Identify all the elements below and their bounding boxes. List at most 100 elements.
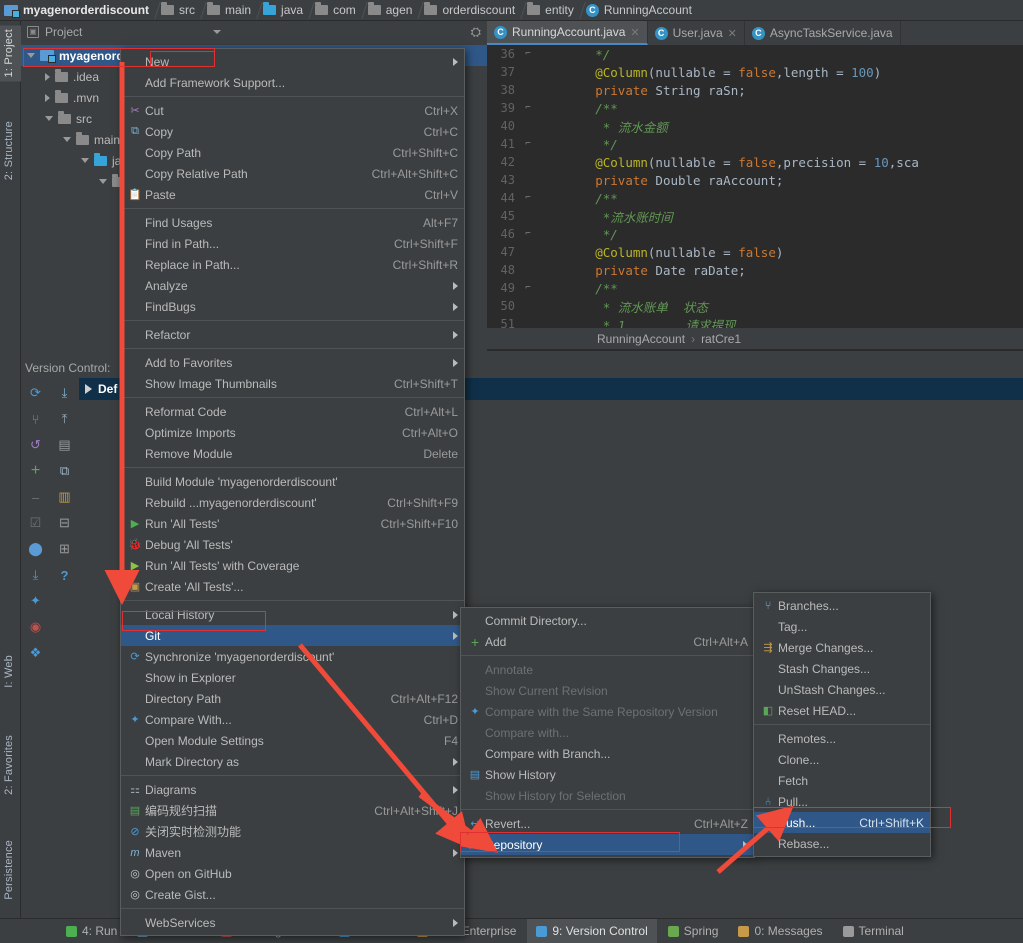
menu-item-localhistory[interactable]: Local History: [121, 604, 464, 625]
menu-item-branches[interactable]: ⑂ Branches...: [754, 595, 930, 616]
menu-item-diagrams[interactable]: ⚏ Diagrams: [121, 779, 464, 800]
code-breadcrumb-item[interactable]: ratCre1: [701, 332, 741, 346]
tree-expand-arrow-icon[interactable]: [27, 53, 35, 58]
tool-tab-project[interactable]: 1: Project: [0, 25, 21, 82]
menu-item-removemodule[interactable]: Remove Module Delete: [121, 443, 464, 464]
menu-item-createalltests[interactable]: ▣ Create 'All Tests'...: [121, 576, 464, 597]
collapse-all-icon[interactable]: ⤒: [50, 406, 79, 432]
preview-diff-icon[interactable]: ⊞: [50, 536, 79, 562]
menu-item-showinexplorer[interactable]: Show in Explorer: [121, 667, 464, 688]
menu-item-revert[interactable]: ↩ Revert... Ctrl+Alt+Z: [461, 813, 754, 834]
menu-item-copy[interactable]: ⧉ Copy Ctrl+C: [121, 121, 464, 142]
settings-gear-icon[interactable]: ⛭: [471, 24, 481, 40]
menu-item-showhistory[interactable]: ▤ Show History: [461, 764, 754, 785]
menu-item-comparewithbranch[interactable]: Compare with Branch...: [461, 743, 754, 764]
tree-expand-arrow-icon[interactable]: [45, 93, 50, 102]
menu-item-clone[interactable]: Clone...: [754, 749, 930, 770]
menu-item-comparewith[interactable]: ✦ Compare With... Ctrl+D: [121, 709, 464, 730]
commit-icon[interactable]: ⑂: [21, 406, 50, 432]
menu-item-addframeworksupport[interactable]: Add Framework Support...: [121, 72, 464, 93]
tree-expand-arrow-icon[interactable]: [81, 158, 89, 163]
checkbox-icon[interactable]: ☑: [21, 510, 50, 536]
menu-item-creategist[interactable]: ◎ Create Gist...: [121, 884, 464, 905]
menu-item-findbugs[interactable]: FindBugs: [121, 296, 464, 317]
code-editor[interactable]: 36 ⌐ */37 @Column(nullable = false,length…: [487, 45, 1023, 328]
expand-all-icon[interactable]: ⤓: [50, 380, 79, 406]
code-breadcrumb-item[interactable]: RunningAccount: [597, 332, 685, 346]
close-icon[interactable]: ✕: [630, 26, 639, 39]
breadcrumb-item-java[interactable]: java: [259, 0, 311, 21]
menu-item-buildmodulemyagenorderdisc[interactable]: Build Module 'myagenorderdiscount': [121, 471, 464, 492]
breadcrumb-item-orderdiscount[interactable]: orderdiscount: [420, 0, 523, 21]
editor-tab-asynctaskservicejava[interactable]: C AsyncTaskService.java: [745, 21, 901, 45]
copy-icon[interactable]: ⧉: [50, 458, 79, 484]
menu-item-synchronizemyagenorderdisc[interactable]: ⟳ Synchronize 'myagenorderdiscount': [121, 646, 464, 667]
fold-marker-icon[interactable]: ⌐: [521, 229, 535, 239]
menu-item-cut[interactable]: ✂ Cut Ctrl+X: [121, 100, 464, 121]
menu-item-markdirectoryas[interactable]: Mark Directory as: [121, 751, 464, 772]
rollback-icon[interactable]: ↺: [21, 432, 50, 458]
menu-item-[interactable]: ⊘ 关闭实时检测功能: [121, 821, 464, 842]
menu-item-replaceinpath[interactable]: Replace in Path... Ctrl+Shift+R: [121, 254, 464, 275]
add-icon[interactable]: +: [21, 458, 50, 484]
menu-item-commitdirectory[interactable]: Commit Directory...: [461, 610, 754, 631]
tree-expand-arrow-icon[interactable]: [45, 72, 50, 81]
repository-submenu[interactable]: ⑂ Branches... Tag... ⇶ Merge Changes... Stash…: [753, 592, 931, 857]
menu-item-copyrelativepath[interactable]: Copy Relative Path Ctrl+Alt+Shift+C: [121, 163, 464, 184]
refresh-icon[interactable]: ⟳: [21, 380, 50, 406]
tool-tab-favorites[interactable]: 2: Favorites: [0, 731, 21, 799]
project-context-menu[interactable]: New Add Framework Support... ✂ Cut Ctrl+X ⧉ Co…: [120, 48, 465, 936]
menu-item-runalltests[interactable]: ▶ Run 'All Tests' Ctrl+Shift+F10: [121, 513, 464, 534]
tree-expand-arrow-icon[interactable]: [45, 116, 53, 121]
fold-marker-icon[interactable]: ⌐: [521, 103, 535, 113]
chevron-down-icon[interactable]: [212, 30, 221, 34]
close-icon[interactable]: ✕: [728, 27, 737, 40]
tool-tab-iweb[interactable]: I: Web: [0, 651, 21, 692]
editor-tab-userjava[interactable]: C User.java ✕: [648, 21, 745, 45]
menu-item-fetch[interactable]: Fetch: [754, 770, 930, 791]
menu-item-webservices[interactable]: WebServices: [121, 912, 464, 933]
menu-item-[interactable]: ▤ 编码规约扫描 Ctrl+Alt+Shift+J: [121, 800, 464, 821]
menu-item-pull[interactable]: ⑃ Pull...: [754, 791, 930, 812]
compare-icon[interactable]: ✦: [21, 588, 50, 614]
menu-item-repository[interactable]: Repository: [461, 834, 754, 855]
menu-item-paste[interactable]: 📋 Paste Ctrl+V: [121, 184, 464, 205]
status-bar-item-run[interactable]: 4: Run: [57, 919, 126, 943]
tree-expand-arrow-icon[interactable]: [63, 137, 71, 142]
inspect-icon[interactable]: ◉: [21, 614, 50, 640]
menu-item-debugalltests[interactable]: 🐞 Debug 'All Tests': [121, 534, 464, 555]
menu-item-directorypath[interactable]: Directory Path Ctrl+Alt+F12: [121, 688, 464, 709]
menu-item-refactor[interactable]: Refactor: [121, 324, 464, 345]
status-bar-item-spring[interactable]: Spring: [659, 919, 728, 943]
menu-item-addtofavorites[interactable]: Add to Favorites: [121, 352, 464, 373]
expand-arrow-icon[interactable]: [85, 384, 92, 394]
fold-marker-icon[interactable]: ⌐: [521, 49, 535, 59]
menu-item-mergechanges[interactable]: ⇶ Merge Changes...: [754, 637, 930, 658]
menu-item-openongithub[interactable]: ◎ Open on GitHub: [121, 863, 464, 884]
tool-tab-persistence[interactable]: Persistence: [0, 836, 21, 904]
breadcrumb-item-com[interactable]: com: [311, 0, 364, 21]
status-bar-item-messages[interactable]: 0: Messages: [729, 919, 831, 943]
fold-marker-icon[interactable]: ⌐: [521, 193, 535, 203]
breadcrumb-item-main[interactable]: main: [203, 0, 259, 21]
breadcrumb-item-runningaccount[interactable]: C RunningAccount: [582, 0, 700, 21]
tool-tab-structure[interactable]: 2: Structure: [0, 117, 21, 184]
menu-item-remotes[interactable]: Remotes...: [754, 728, 930, 749]
group-by-directory-icon[interactable]: ▤: [50, 432, 79, 458]
menu-item-rebuildmyagenorderdiscount[interactable]: Rebuild ...myagenorderdiscount' Ctrl+Shif…: [121, 492, 464, 513]
menu-item-analyze[interactable]: Analyze: [121, 275, 464, 296]
menu-item-copypath[interactable]: Copy Path Ctrl+Shift+C: [121, 142, 464, 163]
menu-item-stashchanges[interactable]: Stash Changes...: [754, 658, 930, 679]
menu-item-runalltestswithcoverage[interactable]: ▶ Run 'All Tests' with Coverage: [121, 555, 464, 576]
menu-item-findusages[interactable]: Find Usages Alt+F7: [121, 212, 464, 233]
menu-item-push[interactable]: ⑂ Push... Ctrl+Shift+K: [754, 812, 930, 833]
help-icon[interactable]: ?: [50, 562, 79, 588]
menu-item-findinpath[interactable]: Find in Path... Ctrl+Shift+F: [121, 233, 464, 254]
menu-item-unstashchanges[interactable]: UnStash Changes...: [754, 679, 930, 700]
menu-item-add[interactable]: + Add Ctrl+Alt+A: [461, 631, 754, 652]
fold-marker-icon[interactable]: ⌐: [521, 139, 535, 149]
breadcrumb-item-src[interactable]: src: [157, 0, 203, 21]
breadcrumb-item-agen[interactable]: agen: [364, 0, 421, 21]
menu-item-new[interactable]: New: [121, 51, 464, 72]
shelve-icon[interactable]: ▥: [50, 484, 79, 510]
